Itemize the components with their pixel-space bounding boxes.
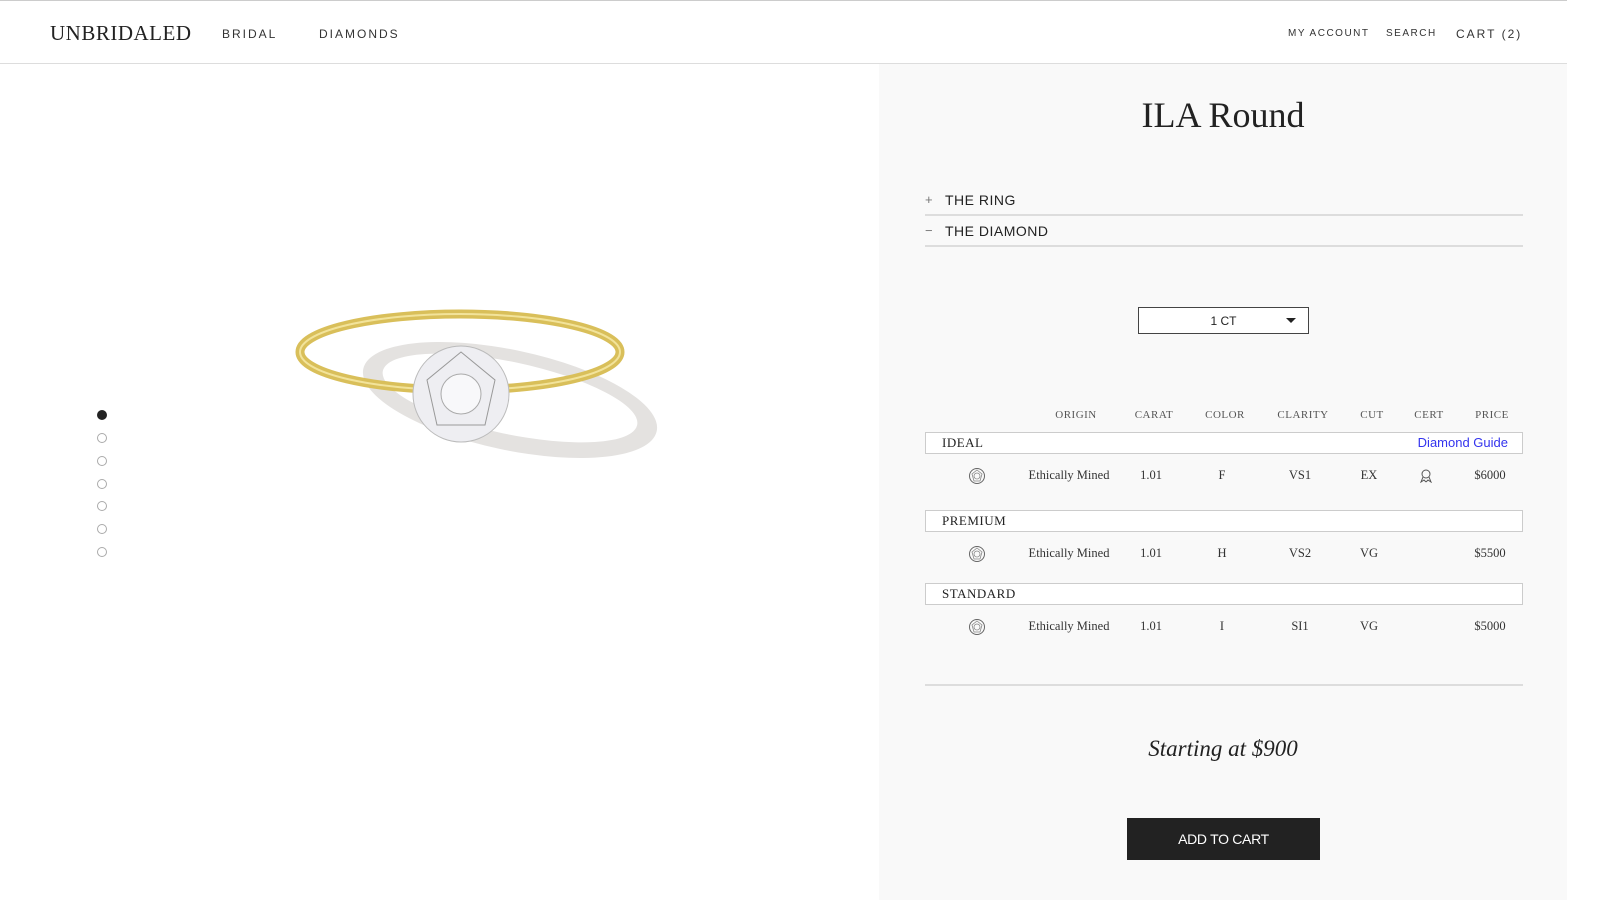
diamond-icon xyxy=(969,619,985,635)
col-carat: CARAT xyxy=(1134,409,1174,421)
my-account-link[interactable]: MY ACCOUNT xyxy=(1288,28,1370,39)
col-price: PRICE xyxy=(1475,409,1509,421)
group-name: PREMIUM xyxy=(942,513,1007,528)
group-header-premium: PREMIUM xyxy=(925,510,1523,532)
cell-carat: 1.01 xyxy=(1140,619,1162,633)
add-to-cart-button[interactable]: ADD TO CART xyxy=(1127,818,1320,860)
col-cert: CERT xyxy=(1414,409,1444,421)
gallery-dot[interactable] xyxy=(97,501,107,511)
cell-carat: 1.01 xyxy=(1140,468,1162,482)
accordion-the-diamond[interactable]: − THE DIAMOND xyxy=(925,217,1523,247)
cell-price: $5500 xyxy=(1474,546,1506,560)
col-origin: ORIGIN xyxy=(1055,409,1097,421)
cell-origin: Ethically Mined xyxy=(1028,546,1110,560)
cell-cut: EX xyxy=(1360,468,1378,482)
cart-link[interactable]: CART (2) xyxy=(1456,27,1522,41)
cell-clarity: SI1 xyxy=(1291,619,1309,633)
product-panel: ILA Round + THE RING − THE DIAMOND 1 CT OR… xyxy=(879,64,1567,900)
caret-down-icon xyxy=(1286,318,1296,323)
diamond-icon xyxy=(969,468,985,484)
gallery-dot[interactable] xyxy=(97,456,107,466)
diamond-guide-link[interactable]: Diamond Guide xyxy=(1418,433,1508,453)
cell-price: $6000 xyxy=(1474,468,1506,482)
gallery-dot[interactable] xyxy=(97,410,107,420)
cell-cut: VG xyxy=(1359,546,1379,560)
logo[interactable]: UNBRIDALED xyxy=(50,21,192,46)
certificate-ribbon-icon[interactable] xyxy=(1420,469,1432,483)
gallery-dot[interactable] xyxy=(97,479,107,489)
cell-origin: Ethically Mined xyxy=(1028,619,1110,633)
cell-color: F xyxy=(1218,468,1226,482)
group-name: STANDARD xyxy=(942,586,1016,601)
divider xyxy=(925,684,1523,686)
site-header: UNBRIDALED BRIDAL DIAMONDS MY ACCOUNT SE… xyxy=(0,0,1567,64)
search-link[interactable]: SEARCH xyxy=(1386,28,1437,39)
group-header-ideal: IDEAL Diamond Guide xyxy=(925,432,1523,454)
minus-icon: − xyxy=(925,223,934,238)
accordion-label: THE DIAMOND xyxy=(945,223,1049,239)
nav-bridal[interactable]: BRIDAL xyxy=(222,27,277,41)
cell-carat: 1.01 xyxy=(1140,546,1162,560)
cell-price: $5000 xyxy=(1474,619,1506,633)
accordion-label: THE RING xyxy=(945,192,1016,208)
col-cut: CUT xyxy=(1360,409,1384,421)
nav-diamonds[interactable]: DIAMONDS xyxy=(319,27,400,41)
gallery-dot[interactable] xyxy=(97,547,107,557)
page: UNBRIDALED BRIDAL DIAMONDS MY ACCOUNT SE… xyxy=(0,0,1567,900)
carat-select-value: 1 CT xyxy=(1210,314,1237,328)
cell-clarity: VS1 xyxy=(1288,468,1312,482)
group-name: IDEAL xyxy=(942,435,984,450)
col-color: COLOR xyxy=(1205,409,1245,421)
cell-origin: Ethically Mined xyxy=(1028,468,1110,482)
accordion-the-ring[interactable]: + THE RING xyxy=(925,186,1523,216)
col-clarity: CLARITY xyxy=(1277,409,1329,421)
group-header-standard: STANDARD xyxy=(925,583,1523,605)
gallery-dot[interactable] xyxy=(97,433,107,443)
carat-select[interactable]: 1 CT xyxy=(1138,307,1309,334)
starting-price: Starting at $900 xyxy=(1148,736,1298,761)
gallery-dot[interactable] xyxy=(97,524,107,534)
diamond-icon xyxy=(969,546,985,562)
cell-color: I xyxy=(1219,619,1225,633)
product-image xyxy=(295,309,658,459)
cell-cut: VG xyxy=(1359,619,1379,633)
cell-clarity: VS2 xyxy=(1288,546,1312,560)
cell-color: H xyxy=(1217,546,1227,560)
product-title: ILA Round xyxy=(1141,95,1305,135)
plus-icon: + xyxy=(925,192,934,207)
